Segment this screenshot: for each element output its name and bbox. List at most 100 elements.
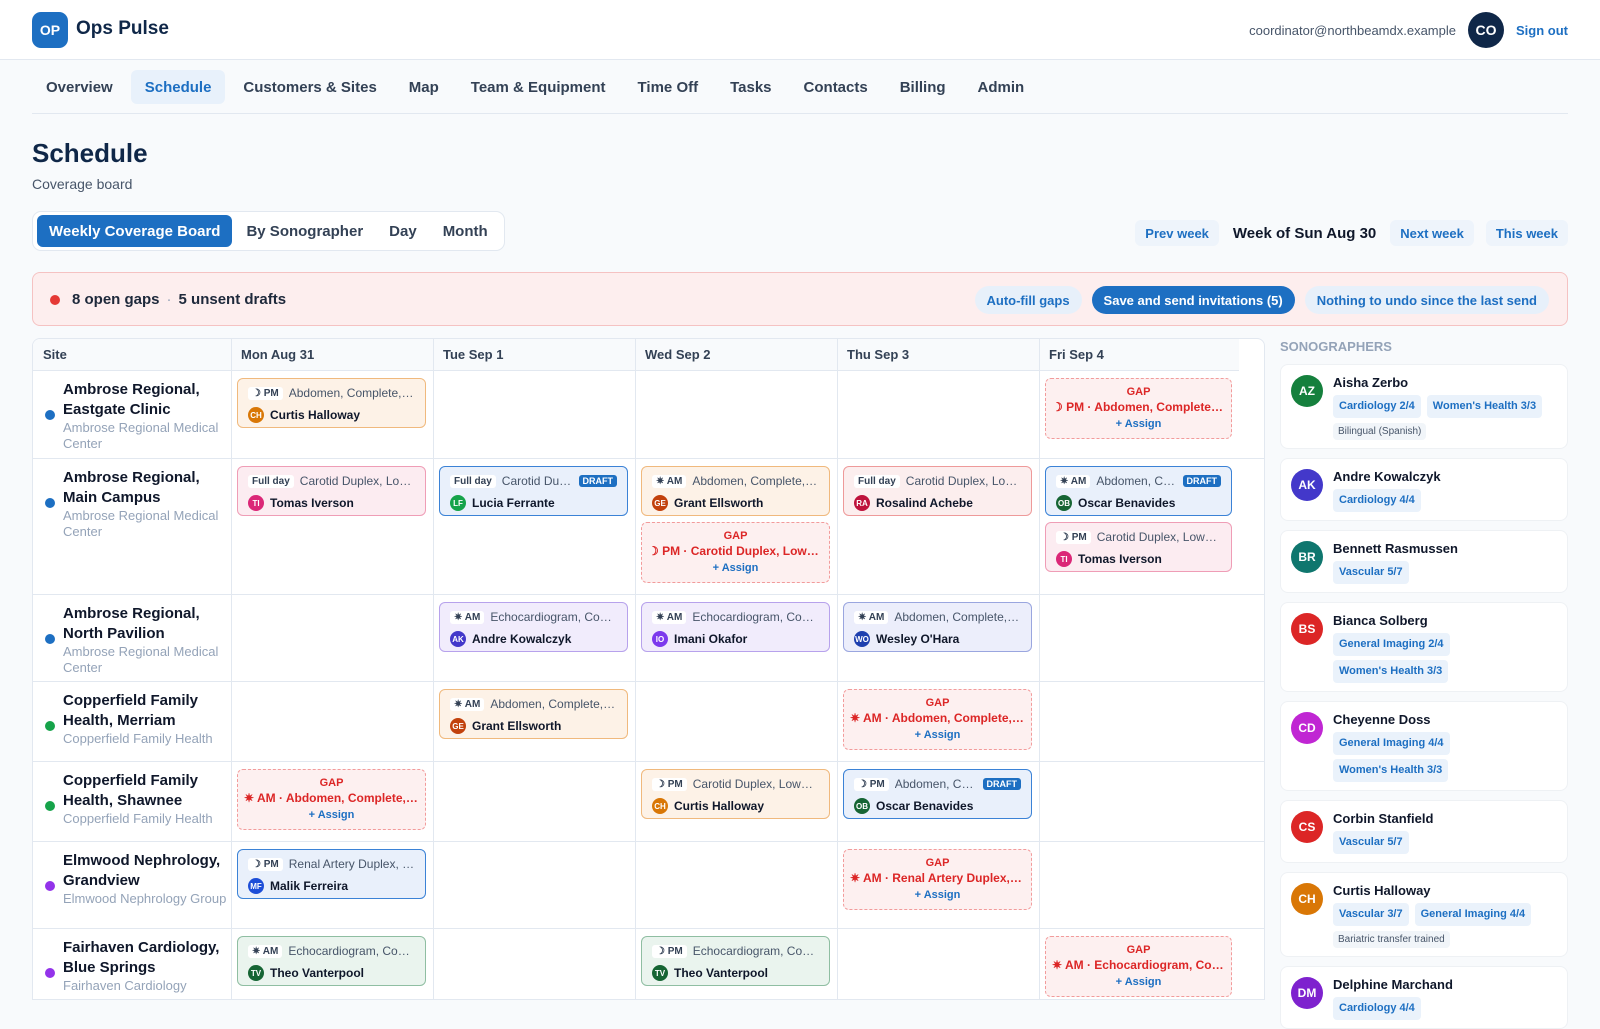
assigned-sonographer: CH Curtis Halloway (652, 797, 819, 815)
assignment-card[interactable]: ☽ PM Carotid Duplex, Lower E... CH Curtis H… (641, 769, 830, 819)
assignment-card[interactable]: ☽ PM Abdomen, Com... DRAFT OB Oscar Benavide… (843, 769, 1032, 819)
sonographer-card[interactable]: CS Corbin Stanfield Vascular 5/7 (1280, 800, 1568, 863)
assignment-card[interactable]: ☽ PM Abdomen, Complete, Re... CH Curtis Hal… (237, 378, 426, 428)
assign-link[interactable]: + Assign (238, 806, 425, 824)
nav-tab-contacts[interactable]: Contacts (790, 70, 882, 104)
nav-tab-overview[interactable]: Overview (32, 70, 127, 104)
site-organization: Fairhaven Cardiology (63, 978, 187, 993)
avatar: OB (1056, 495, 1072, 511)
sonographer-card[interactable]: AZ Aisha Zerbo Cardiology 2/4 Women's Healt… (1280, 364, 1568, 449)
coverage-gap[interactable]: GAP ✷ AM · Abdomen, Complete, R... + Assig… (237, 769, 426, 830)
coverage-gap[interactable]: GAP ☽ PM · Carotid Duplex, Lower E... + As… (641, 522, 830, 583)
avatar: GE (450, 718, 466, 734)
site-cell[interactable]: Ambrose Regional, North Pavilion Ambrose … (33, 604, 233, 676)
assignment-card[interactable]: ☽ PM Carotid Duplex, Lower E... TI Tomas Iv… (1045, 522, 1232, 572)
sonographer-name: Oscar Benavides (876, 799, 974, 813)
nav-tab-tasks[interactable]: Tasks (716, 70, 785, 104)
site-cell[interactable]: Ambrose Regional, Main Campus Ambrose Reg… (33, 468, 233, 540)
shift-badge: Full day (854, 474, 900, 488)
shift-badge: ☽ PM (248, 857, 283, 871)
view-switcher: Weekly Coverage Board By Sonographer Day Mo… (32, 211, 505, 251)
banner-summary: 8 open gaps · 5 unsent drafts (72, 291, 286, 308)
assignment-card[interactable]: ✷ AM Echocardiogram, Comp... AK Andre Kowal… (439, 602, 628, 652)
row-divider (33, 841, 1264, 842)
sonographer-card[interactable]: BS Bianca Solberg General Imaging 2/4 Women… (1280, 602, 1568, 692)
sonographer-name: Curtis Halloway (1333, 883, 1431, 898)
draft-badge: DRAFT (1182, 475, 1221, 487)
assigned-sonographer: TI Tomas Iverson (248, 494, 415, 512)
sonographer-card[interactable]: CD Cheyenne Doss General Imaging 4/4 Women'… (1280, 701, 1568, 791)
service-name: Echocardiogram, Compl... (692, 944, 819, 958)
day-header: Tue Sep 1 (433, 339, 635, 371)
avatar: CH (1291, 883, 1323, 915)
assignment-card[interactable]: Full day Carotid Duplex, Lowe... RA Rosalin… (843, 466, 1032, 516)
site-cell[interactable]: Elmwood Nephrology, Grandview Elmwood Nep… (33, 851, 233, 907)
assignment-card[interactable]: ☽ PM Echocardiogram, Compl... TV Theo Vante… (641, 936, 830, 986)
view-tab-day[interactable]: Day (377, 215, 429, 247)
user-avatar[interactable]: CO (1468, 12, 1504, 48)
assign-link[interactable]: + Assign (1046, 973, 1231, 991)
assignment-card[interactable]: ✷ AM Abdomen, Complete, T... GE Grant Ellsw… (439, 689, 628, 739)
coverage-gap[interactable]: GAP ✷ AM · Abdomen, Complete, R... + Assig… (843, 689, 1032, 750)
send-invitations-button[interactable]: Save and send invitations (5) (1091, 286, 1295, 314)
nav-tab-admin[interactable]: Admin (964, 70, 1039, 104)
this-week-button[interactable]: This week (1485, 220, 1568, 246)
assignment-card[interactable]: Full day Carotid Duple... DRAFT LF Lucia Fer… (439, 466, 628, 516)
coverage-gap[interactable]: GAP ✷ AM · Renal Artery Duplex, Di... + As… (843, 849, 1032, 910)
view-tab-by-sonographer[interactable]: By Sonographer (234, 215, 375, 247)
assign-link[interactable]: + Assign (844, 726, 1031, 744)
avatar: TV (248, 965, 264, 981)
assignment-card[interactable]: ✷ AM Echocardiogram, Comp... IO Imani Okafo… (641, 602, 830, 652)
nav-tab-time-off[interactable]: Time Off (624, 70, 713, 104)
view-tab-month[interactable]: Month (431, 215, 500, 247)
assign-link[interactable]: + Assign (642, 559, 829, 577)
nav-tab-billing[interactable]: Billing (886, 70, 960, 104)
sonographer-card[interactable]: DM Delphine Marchand Cardiology 4/4 (1280, 966, 1568, 1029)
coverage-gap[interactable]: GAP ✷ AM · Echocardiogram, Comp... + Assig… (1045, 936, 1232, 997)
specialty-tags: Cardiology 4/4 (1333, 997, 1557, 1020)
assignment-card[interactable]: ✷ AM Abdomen, Com... DRAFT OB Oscar Benavide… (1045, 466, 1232, 516)
specialty-tags: Cardiology 2/4 Women's Health 3/3 (1333, 395, 1557, 418)
prev-week-button[interactable]: Prev week (1135, 220, 1219, 246)
site-column-header: Site (33, 339, 231, 371)
view-tab-weekly-coverage-board[interactable]: Weekly Coverage Board (37, 215, 233, 247)
assigned-sonographer: RA Rosalind Achebe (854, 494, 1021, 512)
sign-out-link[interactable]: Sign out (1516, 23, 1568, 38)
gap-description: ✷ AM · Abdomen, Complete, R... (244, 791, 425, 805)
gap-label: GAP (319, 777, 344, 789)
auto-fill-gaps-button[interactable]: Auto-fill gaps (974, 286, 1082, 314)
shift-badge: ✷ AM (1056, 474, 1091, 488)
sonographer-card[interactable]: BR Bennett Rasmussen Vascular 5/7 (1280, 530, 1568, 593)
site-cell[interactable]: Copperfield Family Health, Merriam Copper… (33, 691, 233, 747)
coverage-gap[interactable]: GAP ☽ PM · Abdomen, Complete, Re... + Assi… (1045, 378, 1232, 439)
next-week-button[interactable]: Next week (1390, 220, 1474, 246)
site-cell[interactable]: Copperfield Family Health, Shawnee Copper… (33, 771, 233, 827)
assignment-card[interactable]: Full day Carotid Duplex, Lowe... TI Tomas I… (237, 466, 426, 516)
assignment-card[interactable]: ✷ AM Abdomen, Complete, R... WO Wesley O'Ha… (843, 602, 1032, 652)
gap-label: GAP (723, 530, 748, 542)
assignment-details: Full day Carotid Duple... DRAFT (450, 473, 617, 489)
shift-badge: ☽ PM (652, 944, 687, 958)
site-cell[interactable]: Ambrose Regional, Eastgate Clinic Ambrose… (33, 380, 233, 452)
row-divider (33, 681, 1264, 682)
site-cell[interactable]: Fairhaven Cardiology, Blue Springs Fairha… (33, 938, 233, 994)
sonographer-name: Bennett Rasmussen (1333, 541, 1458, 556)
sonographer-card[interactable]: AK Andre Kowalczyk Cardiology 4/4 (1280, 458, 1568, 521)
app-logo[interactable]: OP (32, 12, 68, 48)
assignment-card[interactable]: ☽ PM Renal Artery Duplex, Dia... MF Malik F… (237, 849, 426, 899)
row-divider (33, 458, 1264, 459)
undo-button[interactable]: Nothing to undo since the last send (1304, 286, 1549, 314)
assign-link[interactable]: + Assign (844, 886, 1031, 904)
sonographer-name: Malik Ferreira (270, 879, 349, 893)
nav-tab-team-equipment[interactable]: Team & Equipment (457, 70, 620, 104)
assign-link[interactable]: + Assign (1046, 415, 1231, 433)
day-header: Fri Sep 4 (1039, 339, 1239, 371)
avatar: AK (450, 631, 466, 647)
banner-separator: · (166, 291, 172, 308)
assignment-card[interactable]: ✷ AM Abdomen, Complete, R... GE Grant Ellsw… (641, 466, 830, 516)
assignment-card[interactable]: ✷ AM Echocardiogram, Comp... TV Theo Vanter… (237, 936, 426, 986)
sonographer-card[interactable]: CH Curtis Halloway Vascular 3/7 General Ima… (1280, 872, 1568, 957)
nav-tab-schedule[interactable]: Schedule (130, 70, 226, 104)
nav-tab-map[interactable]: Map (395, 70, 453, 104)
nav-tab-customers-sites[interactable]: Customers & Sites (229, 70, 390, 104)
